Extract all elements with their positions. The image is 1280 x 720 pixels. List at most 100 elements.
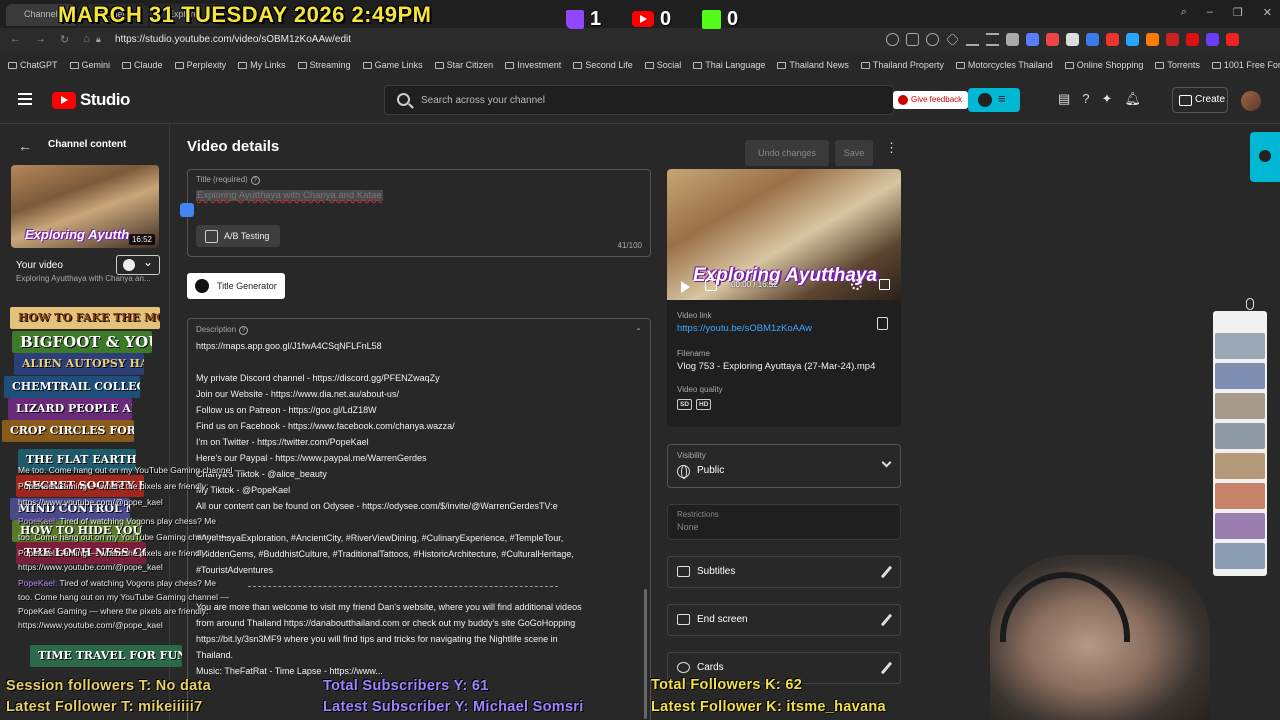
title-field[interactable]: Title (required)? Exploring Ayutthaya wi… (180, 169, 651, 257)
save-button[interactable]: Save (835, 140, 873, 166)
bookmark-item[interactable]: 1001 Free Fonts (1211, 56, 1280, 74)
strip-thumbnail[interactable] (1215, 363, 1265, 389)
bookmark-item[interactable]: Streaming (297, 56, 351, 74)
maximize-icon[interactable]: ❐ (1233, 6, 1243, 19)
sparkle-icon[interactable]: ✦ (1102, 91, 1113, 107)
chevron-down-icon[interactable] (881, 457, 892, 468)
bookmark-item[interactable]: Game Links (362, 56, 423, 74)
reload-icon[interactable]: ↻ (60, 33, 69, 46)
end-screen-row[interactable]: End screen (667, 604, 901, 636)
bookmark-item[interactable]: Motorcycles Thailand (955, 56, 1053, 74)
studio-logo[interactable]: Studio (52, 90, 130, 110)
extension-icon[interactable] (1106, 33, 1119, 46)
play-icon[interactable] (681, 281, 690, 293)
strip-thumbnail[interactable] (1215, 453, 1265, 479)
extension-icon[interactable] (1126, 33, 1139, 46)
strip-thumbnail[interactable] (1215, 333, 1265, 359)
strip-thumbnail[interactable] (1215, 423, 1265, 449)
ab-testing-button[interactable]: A/B Testing (196, 225, 280, 247)
bookmark-item[interactable]: Investment (505, 56, 561, 74)
collapse-icon[interactable]: ⌃ (635, 327, 642, 336)
fullscreen-icon[interactable] (879, 279, 890, 290)
video-link[interactable]: https://youtu.be/sOBM1zKoAAw (677, 323, 812, 334)
description-scrollbar[interactable] (644, 589, 647, 719)
extension-menu-button[interactable] (968, 88, 1020, 112)
extension-icon[interactable] (886, 33, 899, 46)
download-icon[interactable] (966, 33, 979, 46)
video-player[interactable]: Exploring Ayutthaya 00:00 / 16:52 (667, 169, 901, 300)
title-input[interactable]: Exploring Ayutthaya with Chanya and Kata… (196, 190, 383, 201)
volume-icon[interactable] (705, 279, 717, 291)
back-arrow-icon[interactable]: ← (18, 138, 32, 154)
subtitles-row[interactable]: Subtitles (667, 556, 901, 588)
visibility-select[interactable]: Visibility Public (667, 444, 901, 488)
bookmark-item[interactable]: Second Life (573, 56, 633, 74)
search-input[interactable] (421, 92, 861, 108)
bookmark-item[interactable]: Thai Language (693, 56, 765, 74)
help-icon[interactable]: ? (1082, 91, 1089, 107)
help-icon[interactable]: ? (250, 176, 260, 185)
strip-thumbnail[interactable] (1215, 513, 1265, 539)
notifications-icon[interactable]: 🔔︎ (1124, 91, 1141, 107)
undo-changes-button[interactable]: Undo changes (745, 140, 829, 166)
help-icon[interactable]: ? (239, 326, 249, 335)
description-field[interactable]: Description? ⌃ https://maps.app.goo.gl/J… (187, 318, 651, 720)
translate-icon[interactable] (180, 203, 194, 217)
extension-dropdown-button[interactable] (116, 255, 160, 275)
more-options-icon[interactable]: ⋮ (885, 140, 898, 156)
bookmark-item[interactable]: Online Shopping (1064, 56, 1143, 74)
book-spine: ALIEN AUTOPSY HANDBOOK (14, 353, 144, 375)
microphone-icon[interactable] (1246, 298, 1254, 310)
give-feedback-button[interactable]: Give feedback (893, 91, 969, 109)
bookmark-item[interactable]: ChatGPT (8, 56, 58, 74)
extension-icon[interactable] (1066, 33, 1079, 46)
copy-icon[interactable] (877, 317, 888, 330)
side-extension-tab[interactable] (1250, 132, 1280, 182)
captions-icon[interactable]: ▤ (1058, 91, 1070, 107)
reading-list-icon[interactable] (986, 33, 999, 46)
edit-pencil-icon[interactable] (880, 565, 893, 579)
bookmark-item[interactable]: My Links (238, 56, 286, 74)
back-icon[interactable]: ← (10, 33, 21, 46)
search-tabs-icon[interactable]: ⌕ (1181, 6, 1187, 19)
bookmark-item[interactable]: Torrents (1155, 56, 1200, 74)
title-generator-button[interactable]: Title Generator (187, 273, 285, 299)
extension-icon[interactable] (1206, 33, 1219, 46)
edit-pencil-icon[interactable] (880, 661, 893, 675)
home-icon[interactable]: ⌂ (83, 33, 90, 46)
video-thumbnail[interactable]: Exploring Ayutth 16:52 (11, 165, 159, 248)
extension-icon[interactable] (1226, 33, 1239, 46)
extension-icon[interactable] (1026, 33, 1039, 46)
menu-icon[interactable] (18, 93, 32, 105)
edit-pencil-icon[interactable] (880, 613, 893, 627)
extension-icon[interactable] (1086, 33, 1099, 46)
description-text[interactable]: https://maps.app.goo.gl/J1fwA4CSqNFLFnL5… (196, 338, 636, 679)
bookmark-item[interactable]: Claude (122, 56, 163, 74)
forward-icon[interactable]: → (35, 33, 46, 46)
bookmark-item[interactable]: Thailand Property (860, 56, 944, 74)
avatar[interactable] (1241, 91, 1261, 111)
settings-icon[interactable] (851, 279, 862, 290)
minimize-icon[interactable]: – (1207, 6, 1213, 19)
lock-icon[interactable]: 🔒︎ (96, 34, 101, 45)
bookmark-item[interactable]: Perplexity (174, 56, 226, 74)
strip-thumbnail[interactable] (1215, 543, 1265, 569)
bookmark-item[interactable]: Star Citizen (434, 56, 493, 74)
bookmark-item[interactable]: Gemini (69, 56, 110, 74)
strip-thumbnail[interactable] (1215, 393, 1265, 419)
extension-icon[interactable] (1046, 33, 1059, 46)
extension-icon[interactable] (1186, 33, 1199, 46)
bookmark-item[interactable]: Social (644, 56, 681, 74)
search-icon[interactable] (397, 93, 410, 106)
url-field[interactable]: https://studio.youtube.com/video/sOBM1zK… (115, 34, 351, 45)
close-icon[interactable]: ✕ (1263, 6, 1272, 19)
create-button[interactable]: Create (1172, 87, 1228, 113)
extension-icon[interactable] (1006, 33, 1019, 46)
extension-icon[interactable] (1146, 33, 1159, 46)
bookmark-star-icon[interactable] (946, 33, 959, 46)
extension-icon[interactable] (926, 33, 939, 46)
extension-icon[interactable] (906, 33, 919, 46)
bookmark-item[interactable]: Thailand News (777, 56, 849, 74)
extension-icon[interactable] (1166, 33, 1179, 46)
strip-thumbnail[interactable] (1215, 483, 1265, 509)
